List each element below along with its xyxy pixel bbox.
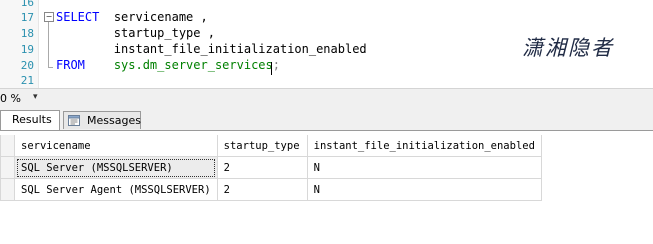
code-line-19: instant_file_initialization_enabled: [56, 42, 367, 57]
system-object: sys.dm_server_services: [113, 58, 273, 72]
column-header[interactable]: servicename: [14, 135, 218, 157]
results-grid: servicename startup_type instant_file_in…: [0, 135, 542, 201]
code-line-18: startup_type ,: [56, 26, 215, 41]
watermark: 潇湘隐者: [522, 36, 614, 60]
tab-messages-label: Messages: [87, 114, 141, 127]
line-number: 21: [20, 74, 34, 87]
row-header[interactable]: [0, 156, 15, 179]
text-caret: [271, 62, 272, 75]
code-text: servicename ,: [113, 10, 208, 24]
grid-cell[interactable]: N: [306, 178, 542, 201]
grid-corner[interactable]: [0, 135, 15, 157]
editor-status-strip: 0 % ▾: [0, 88, 653, 110]
column-header[interactable]: instant_file_initialization_enabled: [306, 135, 542, 157]
code-line-20: FROM sys.dm_server_services;: [56, 58, 280, 73]
messages-icon: [68, 115, 80, 126]
tab-messages[interactable]: Messages: [63, 111, 141, 129]
table-row: SQL Server Agent (MSSQLSERVER) 2 N: [0, 178, 542, 201]
statement-terminator: ;: [272, 58, 280, 72]
grid-cell[interactable]: SQL Server Agent (MSSQLSERVER): [14, 178, 218, 201]
grid-header-row: servicename startup_type instant_file_in…: [0, 135, 542, 157]
grid-cell[interactable]: SQL Server (MSSQLSERVER): [14, 156, 218, 179]
results-tab-bar: Results Messages: [0, 109, 653, 131]
fold-guide-end: [48, 67, 53, 68]
line-number: 16: [20, 0, 34, 9]
fold-guide: [48, 22, 49, 68]
row-header[interactable]: [0, 178, 15, 201]
line-number: 20: [20, 59, 34, 72]
sql-keyword: SELECT: [56, 10, 100, 24]
zoom-dropdown-icon[interactable]: ▾: [33, 92, 38, 102]
grid-cell[interactable]: N: [306, 156, 542, 179]
grid-cell[interactable]: 2: [216, 178, 308, 201]
grid-cell[interactable]: 2: [216, 156, 308, 179]
line-number: 19: [20, 43, 34, 56]
zoom-level[interactable]: 0 %: [0, 92, 21, 105]
results-pane: servicename startup_type instant_file_in…: [0, 131, 653, 244]
tab-results[interactable]: Results: [0, 110, 60, 130]
code-line-17: SELECT servicename ,: [56, 10, 208, 25]
line-number-gutter: 16 17 18 19 20 21: [0, 0, 39, 88]
collapse-region-icon[interactable]: −: [44, 12, 54, 22]
line-number: 18: [20, 27, 34, 40]
tab-results-label: Results: [12, 113, 52, 126]
column-header[interactable]: startup_type: [216, 135, 308, 157]
table-row: SQL Server (MSSQLSERVER) 2 N: [0, 156, 542, 179]
code-text: startup_type ,: [113, 26, 215, 40]
line-number: 17: [20, 11, 34, 24]
query-editor[interactable]: 16 17 18 19 20 21 − SELECT servicename ,…: [0, 0, 653, 88]
code-text: instant_file_initialization_enabled: [113, 42, 367, 56]
sql-keyword: FROM: [56, 58, 85, 72]
